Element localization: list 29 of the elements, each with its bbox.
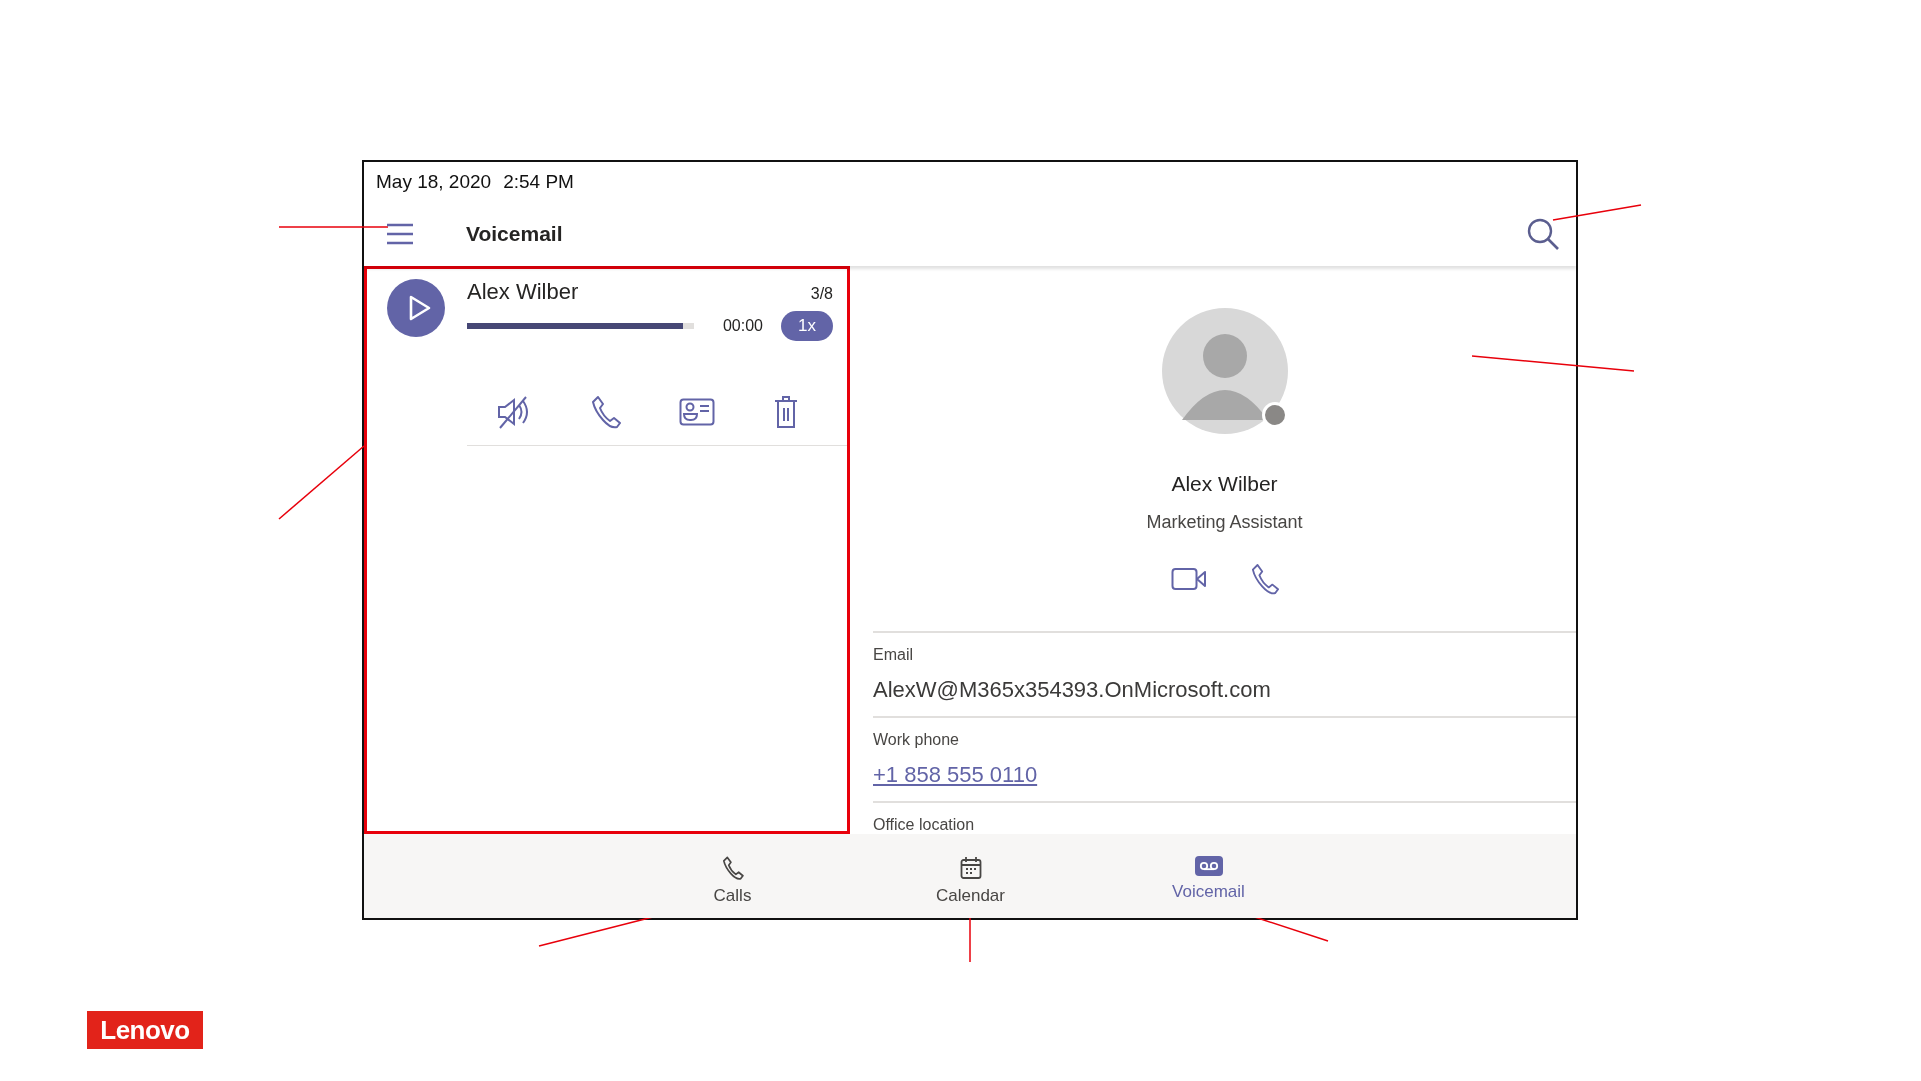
phone-icon[interactable] [590,395,621,429]
phone-icon [721,856,744,880]
calendar-icon [959,856,982,880]
phone-icon[interactable] [1250,563,1279,595]
voicemail-icon [1194,856,1223,876]
contact-card-icon[interactable] [679,398,716,426]
contact-name: Alex Wilber [1171,472,1278,496]
trash-icon[interactable] [773,395,798,429]
nav-tab[interactable]: Calendar [908,834,1033,918]
speed-button[interactable]: 1x [781,311,833,341]
elapsed-time: 00:00 [722,317,763,335]
phone-link[interactable]: +1 858 555 0110 [873,762,1576,788]
brand-logo: Lenovo [87,1011,203,1049]
caller-name: Alex Wilber [467,279,579,305]
field-label: Work phone [873,731,960,749]
play-button[interactable] [387,279,445,337]
nav-tab[interactable]: Calls [670,834,795,918]
message-counter: 3/8 [810,285,833,303]
field-label: Email [873,646,914,664]
job-title: Marketing Assistant [1146,512,1303,533]
time-text: 2:54 PM [503,171,574,193]
menu-icon[interactable] [386,223,414,245]
field-label: Office location [873,816,976,834]
page-title: Voicemail [466,222,563,246]
field-value: AlexW@M365x354393.OnMicrosoft.com [873,677,1272,703]
date-text: May 18, 2020 [376,171,492,193]
nav-tab[interactable]: Voicemail [1146,834,1271,918]
search-icon[interactable] [1526,217,1560,251]
video-camera-icon[interactable] [1170,567,1207,591]
